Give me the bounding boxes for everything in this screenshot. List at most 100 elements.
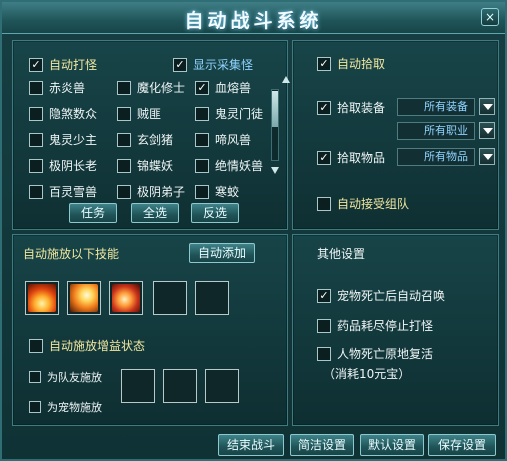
team-cast-row[interactable]: 为队友施放 bbox=[29, 369, 102, 385]
end-battle-button[interactable]: 结束战斗 bbox=[218, 434, 284, 456]
pet-revive-checkbox[interactable]: ✓ bbox=[317, 288, 331, 303]
auto-team-row[interactable]: 自动接受组队 bbox=[317, 195, 409, 212]
monster-item[interactable]: 啼风兽 bbox=[195, 131, 251, 148]
monster-checkbox[interactable] bbox=[29, 132, 43, 147]
monster-item[interactable]: 贼匪 bbox=[117, 105, 161, 122]
scroll-down-icon[interactable] bbox=[270, 165, 280, 175]
buff-slot-3[interactable] bbox=[205, 369, 239, 403]
auto-buff-checkbox[interactable] bbox=[29, 338, 43, 353]
revive-cost-label: （消耗10元宝） bbox=[323, 367, 411, 381]
pet-cast-checkbox[interactable] bbox=[29, 401, 41, 413]
scrollbar-track[interactable] bbox=[271, 89, 279, 161]
auto-attack-row[interactable]: ✓ 自动打怪 bbox=[29, 56, 97, 73]
equip-class-dropdown-icon[interactable] bbox=[479, 122, 495, 139]
monster-item[interactable]: 极阴长老 bbox=[29, 157, 97, 174]
monster-panel: ✓ 自动打怪 ✓ 显示采集怪 赤炎兽 魔化修士 ✓ 血熔兽隐煞数众 贼匪 鬼灵门徒鬼灵少主… bbox=[12, 40, 291, 230]
monster-checkbox[interactable] bbox=[29, 184, 43, 199]
pickup-equip-label: 拾取装备 bbox=[337, 101, 386, 115]
monster-checkbox[interactable] bbox=[29, 158, 43, 173]
simple-settings-button[interactable]: 简洁设置 bbox=[290, 434, 354, 456]
auto-buff-label: 自动施放增益状态 bbox=[49, 339, 146, 353]
close-icon[interactable]: × bbox=[481, 8, 499, 26]
monster-label: 魔化修士 bbox=[137, 81, 186, 95]
pet-revive-label: 宠物死亡后自动召唤 bbox=[337, 289, 446, 303]
monster-checkbox[interactable]: ✓ bbox=[195, 80, 209, 95]
monster-item[interactable]: 鬼灵少主 bbox=[29, 131, 97, 148]
monster-label: 极阴弟子 bbox=[137, 185, 186, 199]
auto-pickup-row[interactable]: ✓ 自动拾取 bbox=[317, 55, 385, 72]
monster-label: 百灵雪兽 bbox=[49, 185, 98, 199]
auto-pickup-checkbox[interactable]: ✓ bbox=[317, 56, 331, 71]
auto-attack-label: 自动打怪 bbox=[49, 58, 98, 72]
monster-checkbox[interactable] bbox=[195, 132, 209, 147]
monster-checkbox[interactable] bbox=[29, 80, 43, 95]
equip-class-select[interactable]: 所有职业 bbox=[397, 122, 475, 140]
monster-checkbox[interactable] bbox=[195, 106, 209, 121]
item-type-select[interactable]: 所有物品 bbox=[397, 148, 475, 166]
monster-item[interactable]: 百灵雪兽 bbox=[29, 183, 97, 200]
monster-item[interactable]: 鬼灵门徒 bbox=[195, 105, 263, 122]
show-collect-row[interactable]: ✓ 显示采集怪 bbox=[173, 56, 253, 73]
pet-revive-row[interactable]: ✓ 宠物死亡后自动召唤 bbox=[317, 287, 445, 304]
skill-slot-4[interactable] bbox=[153, 281, 187, 315]
auto-team-checkbox[interactable] bbox=[317, 196, 331, 211]
potion-stop-checkbox[interactable] bbox=[317, 318, 331, 333]
monster-checkbox[interactable] bbox=[117, 80, 131, 95]
select-all-button[interactable]: 全选 bbox=[131, 203, 179, 223]
auto-buff-row[interactable]: 自动施放增益状态 bbox=[29, 337, 145, 354]
monster-label: 血熔兽 bbox=[215, 81, 252, 95]
default-settings-button[interactable]: 默认设置 bbox=[360, 434, 424, 456]
show-collect-label: 显示采集怪 bbox=[193, 58, 254, 72]
pickup-equip-checkbox[interactable]: ✓ bbox=[317, 100, 331, 115]
team-cast-checkbox[interactable] bbox=[29, 371, 41, 383]
monster-item[interactable]: ✓ 血熔兽 bbox=[195, 79, 251, 96]
monster-item[interactable]: 锦蝶妖 bbox=[117, 157, 173, 174]
pickup-item-label: 拾取物品 bbox=[337, 151, 386, 165]
skill-slot-5[interactable] bbox=[195, 281, 229, 315]
monster-checkbox[interactable] bbox=[117, 106, 131, 121]
monster-label: 啼风兽 bbox=[215, 133, 252, 147]
equip-type-dropdown-icon[interactable] bbox=[479, 98, 495, 115]
monster-item[interactable]: 玄剑猪 bbox=[117, 131, 173, 148]
invert-selection-button[interactable]: 反选 bbox=[191, 203, 239, 223]
monster-item[interactable]: 寒蛟 bbox=[195, 183, 239, 200]
equip-type-select[interactable]: 所有装备 bbox=[397, 98, 475, 116]
monster-item[interactable]: 极阴弟子 bbox=[117, 183, 185, 200]
revive-checkbox[interactable] bbox=[317, 346, 331, 361]
monster-checkbox[interactable] bbox=[195, 184, 209, 199]
monster-checkbox[interactable] bbox=[117, 132, 131, 147]
pickup-item-checkbox[interactable]: ✓ bbox=[317, 150, 331, 165]
auto-battle-window: 自动战斗系统 × ✓ 自动打怪 ✓ 显示采集怪 赤炎兽 魔化修士 ✓ 血熔兽隐煞数众 贼… bbox=[0, 0, 507, 461]
show-collect-checkbox[interactable]: ✓ bbox=[173, 57, 187, 72]
monster-item[interactable]: 赤炎兽 bbox=[29, 79, 85, 96]
monster-item[interactable]: 魔化修士 bbox=[117, 79, 185, 96]
monster-item[interactable]: 绝情妖兽 bbox=[195, 157, 263, 174]
skills-title-row: 自动施放以下技能 bbox=[23, 245, 119, 262]
skills-panel: 自动施放以下技能 自动添加 自动施放增益状态 为队友施放 为宠物施放 bbox=[12, 234, 288, 426]
pet-cast-row[interactable]: 为宠物施放 bbox=[29, 399, 102, 415]
skill-slot-2[interactable] bbox=[67, 281, 101, 315]
monster-checkbox[interactable] bbox=[117, 184, 131, 199]
auto-add-button[interactable]: 自动添加 bbox=[189, 243, 255, 263]
auto-attack-checkbox[interactable]: ✓ bbox=[29, 57, 43, 72]
monster-checkbox[interactable] bbox=[195, 158, 209, 173]
revive-row[interactable]: 人物死亡原地复活 bbox=[317, 345, 433, 362]
potion-stop-row[interactable]: 药品耗尽停止打怪 bbox=[317, 317, 433, 334]
skill-slot-3[interactable] bbox=[109, 281, 143, 315]
save-settings-button[interactable]: 保存设置 bbox=[428, 434, 496, 456]
monster-item[interactable]: 隐煞数众 bbox=[29, 105, 97, 122]
monster-checkbox[interactable] bbox=[29, 106, 43, 121]
scrollbar-thumb[interactable] bbox=[272, 91, 278, 127]
monster-checkbox[interactable] bbox=[117, 158, 131, 173]
title-bar: 自动战斗系统 × bbox=[2, 2, 505, 34]
skill-slot-1[interactable] bbox=[25, 281, 59, 315]
buff-slot-1[interactable] bbox=[121, 369, 155, 403]
item-type-dropdown-icon[interactable] bbox=[479, 148, 495, 165]
scroll-up-icon[interactable] bbox=[281, 75, 291, 85]
pickup-item-row[interactable]: ✓ 拾取物品 bbox=[317, 149, 385, 166]
buff-slot-2[interactable] bbox=[163, 369, 197, 403]
pickup-equip-row[interactable]: ✓ 拾取装备 bbox=[317, 99, 385, 116]
potion-stop-label: 药品耗尽停止打怪 bbox=[337, 319, 434, 333]
task-button[interactable]: 任务 bbox=[69, 203, 117, 223]
monster-label: 鬼灵门徒 bbox=[215, 107, 264, 121]
